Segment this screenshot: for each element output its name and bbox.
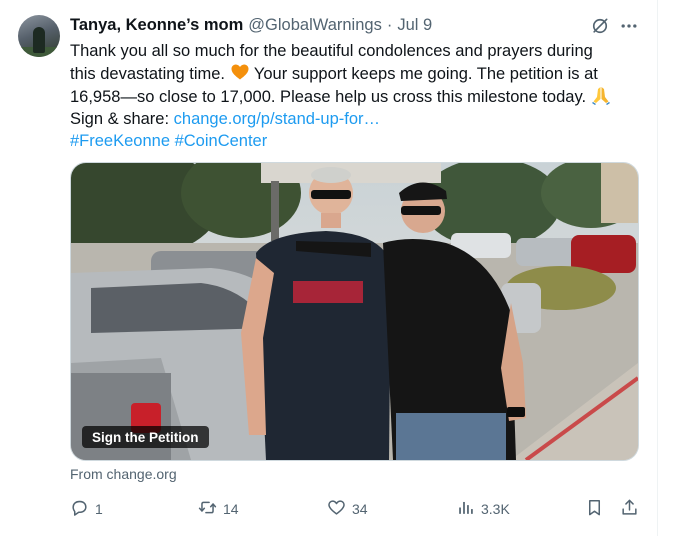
author-name[interactable]: Tanya, Keonne’s mom: [70, 16, 243, 35]
bookmark-button[interactable]: [585, 496, 604, 522]
share-icon: [620, 498, 639, 520]
action-bar: 1 14 34 3.3K: [70, 496, 642, 522]
avatar[interactable]: [18, 15, 60, 57]
like-button[interactable]: 34: [327, 496, 368, 522]
views-icon: [456, 498, 475, 520]
bookmark-icon: [585, 498, 604, 520]
hashtag-freekeonne[interactable]: #FreeKeonne: [70, 132, 170, 150]
column-divider: [657, 0, 658, 536]
heart-icon: [327, 498, 346, 520]
text-line-2a: this devastating time.: [70, 65, 225, 83]
sign-share-text: Sign & share:: [70, 110, 170, 128]
media-image[interactable]: [70, 162, 639, 461]
author-handle[interactable]: @GlobalWarnings: [248, 16, 382, 35]
tweet-text: Thank you all so much for the beautiful …: [70, 40, 630, 152]
views-button[interactable]: 3.3K: [456, 496, 510, 522]
text-line-1: Thank you all so much for the beautiful …: [70, 42, 593, 60]
tweet-date[interactable]: Jul 9: [397, 16, 432, 35]
share-button[interactable]: [620, 496, 639, 522]
tweet-header: Tanya, Keonne’s mom @GlobalWarnings · Ju…: [70, 14, 432, 36]
separator-dot: ·: [386, 15, 393, 34]
text-line-3: 16,958—so close to 17,000. Please help u…: [70, 85, 630, 108]
like-count: 34: [352, 501, 368, 517]
avatar-figure: [33, 27, 45, 53]
orange-heart-emoji: [230, 62, 250, 82]
text-line-2b: Your support keeps me going. The petitio…: [253, 65, 598, 83]
repost-count: 14: [223, 501, 239, 517]
more-icon[interactable]: [617, 15, 641, 37]
repost-icon: [198, 498, 217, 520]
petition-badge[interactable]: Sign the Petition: [82, 426, 209, 448]
reply-button[interactable]: 1: [70, 496, 103, 522]
text-line-4: Sign & share: change.org/p/stand-up-for…: [70, 108, 630, 130]
grok-icon[interactable]: [589, 15, 611, 37]
views-count: 3.3K: [481, 501, 510, 517]
text-line-2: this devastating time. Your support keep…: [70, 62, 630, 85]
hashtag-coincenter[interactable]: #CoinCenter: [175, 132, 268, 150]
repost-button[interactable]: 14: [198, 496, 239, 522]
reply-icon: [70, 498, 89, 520]
hashtag-line: #FreeKeonne #CoinCenter: [70, 130, 630, 152]
media-source[interactable]: From change.org: [70, 466, 177, 482]
reply-count: 1: [95, 501, 103, 517]
petition-link[interactable]: change.org/p/stand-up-for…: [174, 110, 380, 128]
text-line-3a: 16,958—so close to 17,000. Please help u…: [70, 88, 587, 106]
praying-hands-emoji: [591, 85, 611, 105]
